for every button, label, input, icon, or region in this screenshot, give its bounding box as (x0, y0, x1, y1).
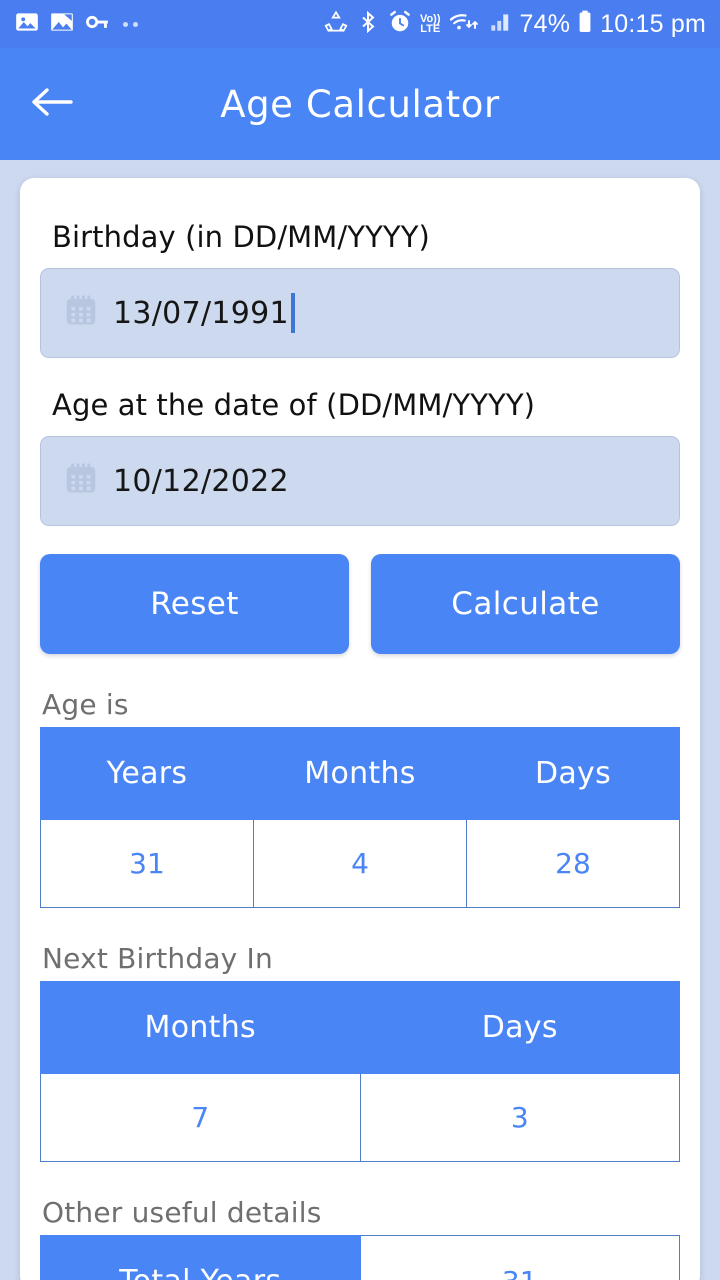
next-birthday-section-label: Next Birthday In (42, 942, 273, 975)
image-flipped-icon (49, 9, 75, 39)
table-row: 7 3 (40, 1073, 680, 1162)
page-title: Age Calculator (220, 82, 500, 126)
signal-icon (487, 9, 513, 39)
total-years-label: Total Years (40, 1235, 361, 1280)
wifi-icon (448, 9, 480, 39)
total-years-value: 31 (359, 1235, 680, 1280)
age-days-value: 28 (466, 819, 680, 908)
next-birthday-months-value: 7 (40, 1073, 361, 1162)
battery-icon (577, 9, 593, 39)
battery-percent-label: 74% (519, 9, 571, 38)
calculate-button[interactable]: Calculate (371, 554, 680, 654)
column-header-days: Days (466, 727, 680, 820)
table-row: 31 4 28 (40, 819, 680, 908)
image-icon (14, 9, 40, 39)
status-bar-left-icons (14, 9, 138, 39)
status-bar: Vo)) LTE 74% 10:15 pm (0, 0, 720, 48)
volte-icon: Vo)) LTE (419, 12, 441, 35)
next-birthday-table: Months Days 7 3 (40, 981, 680, 1162)
bluetooth-icon (356, 9, 380, 39)
app-bar: Age Calculator (0, 48, 720, 160)
birthday-label: Birthday (in DD/MM/YYYY) (52, 220, 430, 254)
column-header-days: Days (359, 981, 680, 1074)
clock-label: 10:15 pm (600, 9, 706, 38)
birthday-value: 13/07/1991 (113, 295, 289, 331)
other-details-section-label: Other useful details (42, 1196, 322, 1229)
arrow-left-icon (29, 85, 75, 123)
key-icon (84, 9, 110, 39)
birthday-input[interactable]: 13/07/1991 (40, 268, 680, 358)
column-header-years: Years (40, 727, 254, 820)
table-row: Total Years 31 (40, 1235, 680, 1280)
table-header-row: Years Months Days (40, 727, 680, 820)
action-button-row: Reset Calculate (40, 554, 680, 654)
data-saver-icon (323, 9, 349, 39)
calendar-icon (63, 461, 99, 501)
calendar-icon (63, 293, 99, 333)
back-button[interactable] (24, 76, 80, 132)
status-bar-right-icons: Vo)) LTE 74% 10:15 pm (323, 9, 706, 39)
table-header-row: Months Days (40, 981, 680, 1074)
next-birthday-days-value: 3 (359, 1073, 680, 1162)
text-caret (290, 293, 295, 333)
age-years-value: 31 (40, 819, 254, 908)
age-months-value: 4 (253, 819, 467, 908)
more-dots-icon (119, 21, 138, 27)
age-at-date-label: Age at the date of (DD/MM/YYYY) (52, 388, 536, 422)
column-header-months: Months (40, 981, 361, 1074)
age-at-date-value: 10/12/2022 (113, 463, 289, 499)
reset-button[interactable]: Reset (40, 554, 349, 654)
main-card: Birthday (in DD/MM/YYYY) 13/07/1991 Age … (20, 178, 700, 1280)
age-is-table: Years Months Days 31 4 28 (40, 727, 680, 908)
phone-screen: Vo)) LTE 74% 10:15 pm Age Calculator Bir… (0, 0, 720, 1280)
age-at-date-input[interactable]: 10/12/2022 (40, 436, 680, 526)
age-is-section-label: Age is (42, 688, 129, 721)
alarm-icon (387, 9, 413, 39)
column-header-months: Months (253, 727, 467, 820)
other-details-table: Total Years 31 (40, 1235, 680, 1280)
